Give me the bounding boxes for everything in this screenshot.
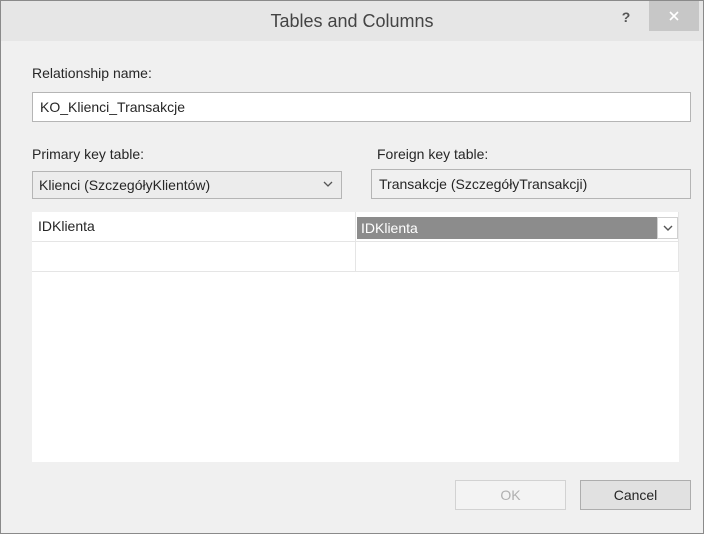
grid-primary-cell-empty[interactable]: [32, 242, 356, 272]
foreign-key-table-label: Foreign key table:: [377, 146, 489, 162]
relationship-name-label: Relationship name:: [32, 65, 152, 81]
foreign-column-dropdown[interactable]: IDKlienta: [357, 217, 677, 239]
grid-foreign-cell-empty[interactable]: [356, 242, 679, 272]
columns-grid: IDKlienta: [32, 212, 679, 462]
title-bar[interactable]: Tables and Columns ?: [1, 1, 703, 41]
tables-and-columns-dialog: Tables and Columns ? Relationship name: …: [0, 0, 704, 534]
dialog-title: Tables and Columns: [270, 11, 434, 31]
primary-key-table-label: Primary key table:: [32, 146, 145, 162]
chevron-down-icon: [663, 225, 673, 231]
grid-primary-cell[interactable]: IDKlienta: [32, 212, 356, 242]
foreign-column-dropdown-button[interactable]: [657, 217, 678, 239]
close-icon: [669, 11, 679, 21]
primary-key-table-value: Klienci (SzczegółyKlientów): [39, 177, 211, 193]
chevron-down-icon: [323, 181, 333, 187]
cancel-button[interactable]: Cancel: [580, 480, 691, 510]
relationship-name-input[interactable]: KO_Klienci_Transakcje: [32, 92, 691, 122]
ok-button[interactable]: OK: [455, 480, 566, 510]
close-button[interactable]: [649, 1, 699, 31]
primary-key-table-dropdown[interactable]: Klienci (SzczegółyKlientów): [32, 171, 342, 199]
foreign-key-table-field: Transakcje (SzczegółyTransakcji): [371, 169, 691, 199]
help-button[interactable]: ?: [618, 9, 634, 25]
